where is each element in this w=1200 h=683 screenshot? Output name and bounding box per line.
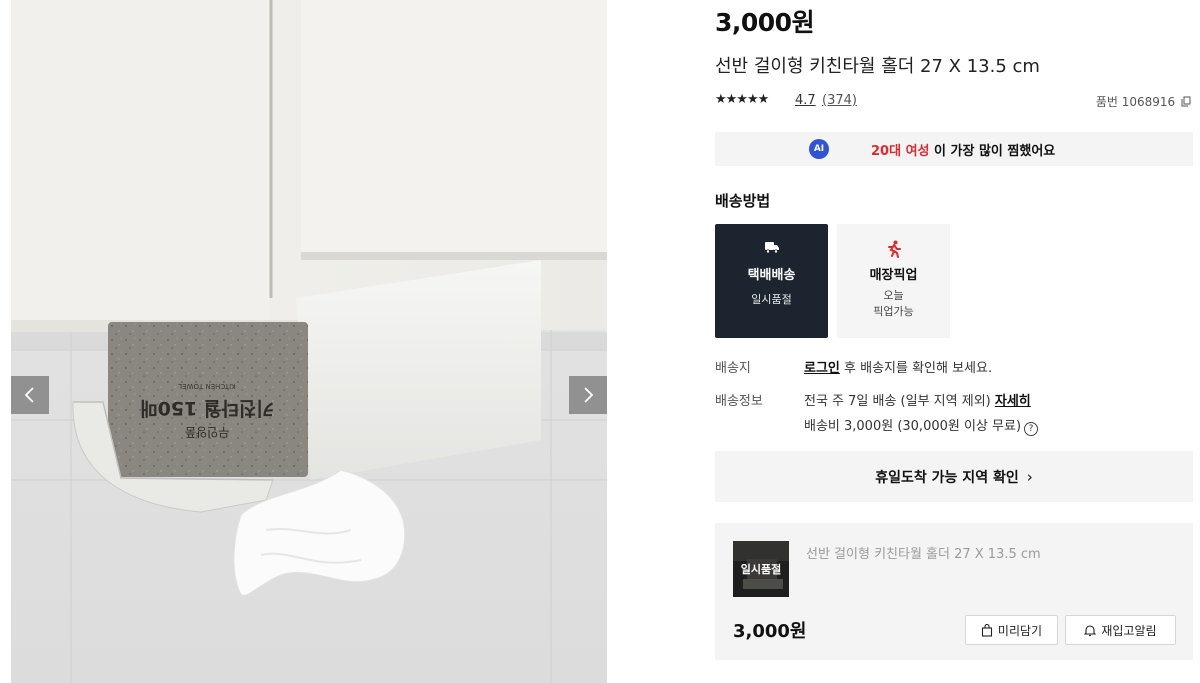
running-person-icon [887, 240, 901, 258]
shipping-fee-text: 배송비 3,000원 (30,000원 이상 무료) [804, 419, 1022, 434]
bell-icon [1084, 624, 1097, 636]
product-title: 선반 걸이형 키친타월 홀더 27 X 13.5 cm [715, 56, 1040, 77]
shipping-info-text: 전국 주 7일 배송 (일부 지역 제외) [804, 394, 995, 409]
summary-title: 선반 걸이형 키친타월 홀더 27 X 13.5 cm [806, 547, 1041, 562]
package-text-3: 무인양품 [185, 425, 229, 439]
chevron-left-icon [24, 387, 34, 403]
summary-thumbnail: 일시품절 [733, 541, 789, 597]
shopping-bag-icon [981, 623, 992, 637]
shipping-option-delivery-name: 택배배송 [747, 268, 796, 283]
destination-label: 배송지 [715, 361, 751, 376]
purchase-summary-box: 일시품절 선반 걸이형 키친타월 홀더 27 X 13.5 cm 3,000원 … [715, 523, 1193, 660]
product-image-gallery: KITCHEN TOWEL 키친타월 150매 무인양품 [11, 0, 607, 683]
pickup-status-line2: 픽업가능 [873, 305, 914, 318]
destination-text: 후 배송지를 확인해 보세요. [839, 361, 993, 376]
wishlist-label: 미리담기 [997, 623, 1043, 638]
ai-insight-rest: 이 가장 많이 찜했어요 [929, 144, 1056, 159]
ai-insight-text: 20대 여성 이 가장 많이 찜했어요 [871, 140, 1055, 159]
truck-icon [764, 242, 779, 254]
star-rating-icon: ★★★★★ [715, 92, 769, 107]
ai-insight-highlight: 20대 여성 [871, 144, 930, 159]
wishlist-button[interactable]: 미리담기 [965, 615, 1058, 645]
destination-value: 로그인 후 배송지를 확인해 보세요. [804, 357, 992, 376]
shipping-option-delivery[interactable]: 택배배송 일시품절 [715, 224, 828, 338]
shipping-option-pickup-name: 매장픽업 [869, 268, 918, 283]
login-link[interactable]: 로그인 [804, 361, 840, 376]
chevron-right-icon: › [1026, 467, 1033, 486]
shipping-method-heading: 배송방법 [715, 192, 771, 210]
shipping-info-label: 배송정보 [715, 394, 763, 409]
summary-price: 3,000원 [733, 621, 807, 642]
ai-badge-icon: AI [809, 139, 829, 159]
previous-image-button[interactable] [11, 376, 49, 414]
review-count-link[interactable]: (374) [822, 93, 857, 108]
product-price: 3,000원 [715, 8, 815, 37]
copy-icon[interactable] [1181, 96, 1191, 107]
shipping-details-link[interactable]: 자세히 [995, 394, 1031, 409]
package-text-2: 키친타월 150매 [140, 397, 274, 419]
sku-copy[interactable]: 품번 1068916 [1096, 93, 1191, 110]
sku-label: 품번 1068916 [1095, 95, 1176, 109]
shipping-fee-row: 배송비 3,000원 (30,000원 이상 무료)? [804, 415, 1039, 436]
rating-score-link[interactable]: 4.7 [795, 93, 816, 108]
shipping-option-delivery-status: 일시품절 [751, 293, 792, 306]
help-icon[interactable]: ? [1024, 422, 1039, 436]
ai-insight-banner: AI 20대 여성 이 가장 많이 찜했어요 [715, 132, 1193, 166]
product-info-panel: 3,000원 선반 걸이형 키친타월 홀더 27 X 13.5 cm ★★★★★… [715, 0, 1193, 683]
product-photo: KITCHEN TOWEL 키친타월 150매 무인양품 [11, 0, 607, 683]
holiday-delivery-check-label: 휴일도착 가능 지역 확인 [875, 469, 1019, 486]
shipping-option-pickup[interactable]: 매장픽업 오늘 픽업가능 [837, 224, 950, 338]
rating-row: ★★★★★ 4.7 (374) 품번 1068916 [715, 92, 1193, 112]
holiday-delivery-check-button[interactable]: 휴일도착 가능 지역 확인 › [715, 451, 1193, 502]
restock-alert-label: 재입고알림 [1101, 623, 1157, 638]
shipping-info-value: 전국 주 7일 배송 (일부 지역 제외) 자세히 [804, 390, 1031, 409]
chevron-right-icon [584, 387, 594, 403]
sold-out-badge: 일시품절 [733, 541, 789, 597]
restock-alert-button[interactable]: 재입고알림 [1065, 615, 1176, 645]
pickup-status-line1: 오늘 [883, 289, 904, 302]
package-text-1: KITCHEN TOWEL [178, 382, 236, 390]
shipping-option-pickup-status: 오늘 픽업가능 [837, 288, 950, 320]
next-image-button[interactable] [569, 376, 607, 414]
